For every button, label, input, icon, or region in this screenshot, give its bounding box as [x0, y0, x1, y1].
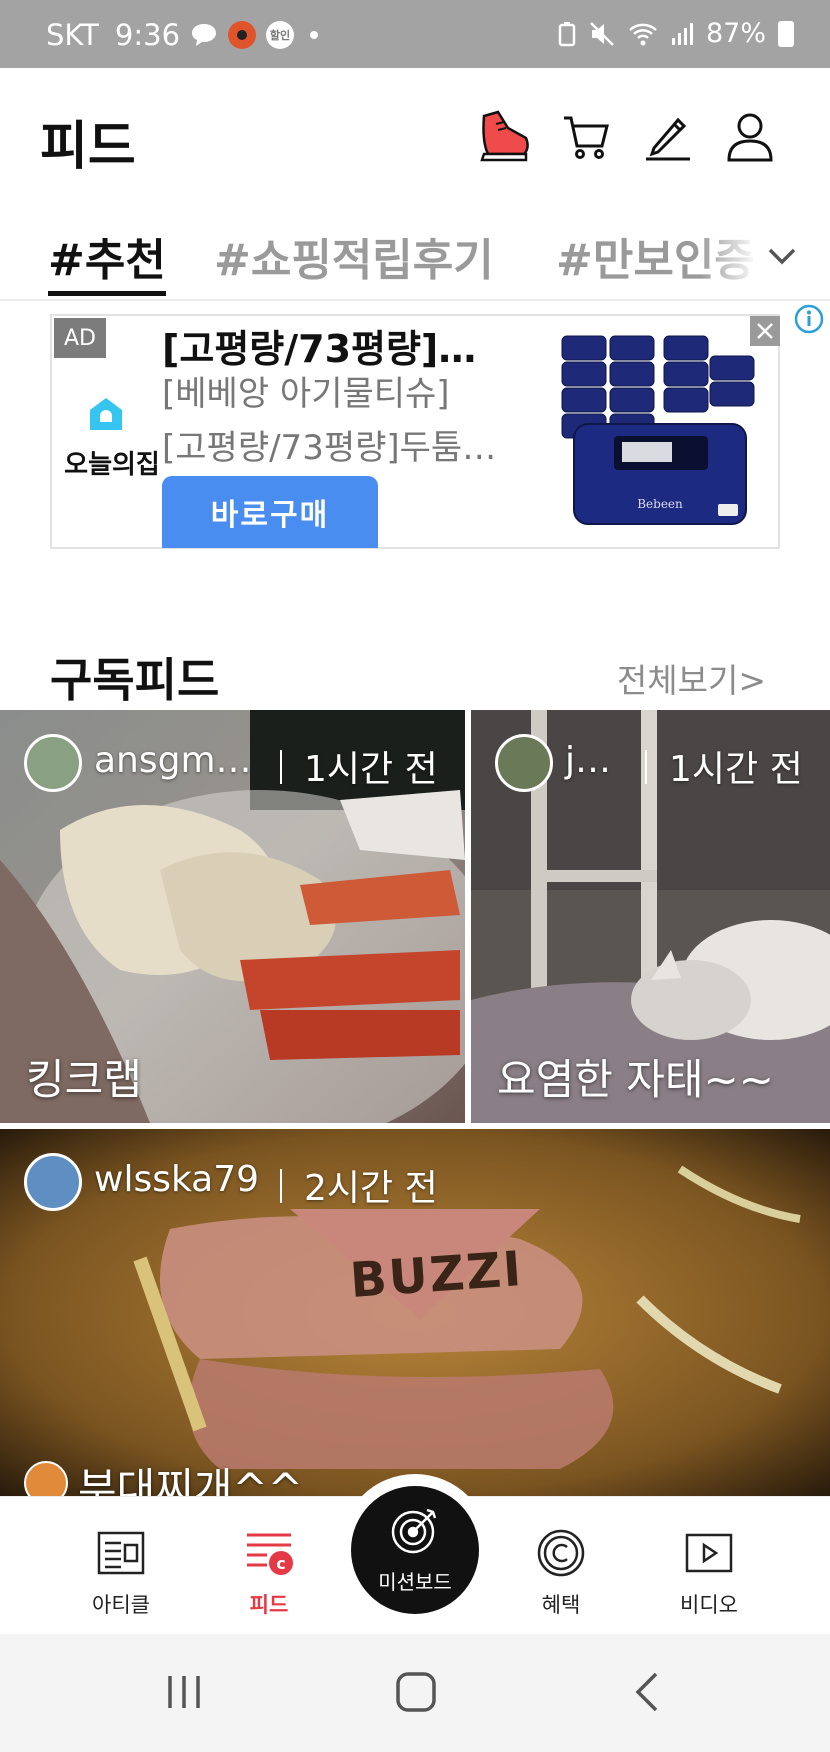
wifi-icon	[628, 21, 658, 47]
notification-dot-icon	[310, 31, 319, 39]
discount-badge: 할인	[266, 21, 295, 49]
nav-label: 미션보드	[378, 1570, 452, 1594]
ad-description: [고평량/73평량]두툼…	[162, 428, 497, 468]
nav-label: 혜택	[541, 1593, 581, 1617]
post-caption: 킹크랩	[26, 1055, 142, 1104]
house-logo-icon	[86, 396, 126, 432]
username[interactable]: j…	[565, 740, 611, 781]
info-icon[interactable]	[794, 304, 824, 334]
divider	[0, 299, 830, 301]
target-icon	[391, 1508, 437, 1554]
back-icon[interactable]	[618, 1662, 678, 1722]
close-ad-button[interactable]	[750, 316, 780, 346]
active-tab-indicator	[48, 291, 166, 296]
status-bar: SKT 9:36 할인 87%	[0, 0, 830, 68]
feed-card[interactable]: j… 1시간 전 요염한 자태~~	[471, 710, 830, 1123]
tab-bar: #추천 #쇼핑적립후기 #만보인증	[0, 208, 830, 300]
signal-icon	[670, 21, 694, 47]
nav-video[interactable]: 비디오	[644, 1497, 774, 1635]
svg-text:Bebeen: Bebeen	[637, 497, 683, 511]
sneaker-icon[interactable]	[476, 108, 532, 164]
username[interactable]: ansgm…	[94, 740, 252, 781]
video-icon	[685, 1533, 733, 1573]
app-header: 피드	[0, 68, 830, 208]
home-icon[interactable]	[386, 1662, 446, 1722]
nav-label: 피드	[249, 1593, 289, 1617]
chat-icon	[190, 22, 218, 48]
mute-icon	[588, 20, 616, 48]
divider	[280, 1169, 282, 1203]
ad-label: AD	[54, 318, 106, 358]
article-icon	[97, 1531, 145, 1575]
feed-card[interactable]: ansgm… 1시간 전 킹크랩	[0, 710, 465, 1123]
tab-shopping-review[interactable]: #쇼핑적립후기	[214, 224, 494, 288]
section-title: 구독피드	[50, 653, 220, 707]
nav-feed[interactable]: c 피드	[204, 1497, 334, 1635]
battery-icon	[778, 20, 794, 47]
advertiser-logo: 오늘의집	[64, 450, 160, 480]
record-icon	[228, 21, 257, 49]
product-image: Bebeen	[558, 332, 758, 532]
ad-subtitle: [베베앙 아기물티슈]	[162, 374, 450, 414]
system-nav-bar	[0, 1634, 830, 1752]
coin-icon	[537, 1529, 585, 1577]
view-all-link[interactable]: 전체보기>	[617, 654, 766, 702]
mission-board-button[interactable]: 미션보드	[351, 1486, 479, 1614]
profile-icon[interactable]	[722, 108, 778, 164]
tab-recommend[interactable]: #추천	[48, 224, 166, 288]
clock: 9:36	[114, 18, 181, 52]
battery-percent: 87%	[705, 18, 766, 49]
feed-icon: c	[247, 1533, 293, 1575]
buy-now-button[interactable]: 바로구매	[162, 476, 378, 548]
pencil-icon[interactable]	[640, 108, 696, 164]
username[interactable]: wlsska79	[94, 1159, 259, 1200]
svg-text:c: c	[276, 1554, 285, 1573]
post-caption: 요염한 자태~~	[497, 1055, 774, 1104]
chevron-down-icon[interactable]	[764, 238, 800, 274]
feed-card[interactable]: BUZZI wlsska79 2시간 전 부대찌개^^	[0, 1129, 830, 1496]
nav-label: 비디오	[680, 1593, 738, 1617]
divider	[645, 750, 647, 784]
post-time: 2시간 전	[304, 1168, 438, 1209]
recent-apps-icon[interactable]	[154, 1662, 214, 1722]
ad-title: [고평량/73평량]…	[162, 327, 477, 371]
cart-icon[interactable]	[558, 108, 614, 164]
avatar[interactable]	[24, 1153, 82, 1211]
avatar[interactable]	[495, 734, 553, 792]
nav-label: 아티클	[92, 1593, 150, 1617]
battery-saver-icon	[558, 21, 576, 47]
carrier-label: SKT	[46, 18, 99, 52]
post-caption: 부대찌개^^	[78, 1464, 303, 1496]
post-time: 1시간 전	[669, 749, 803, 790]
avatar[interactable]	[24, 734, 82, 792]
post-time: 1시간 전	[304, 749, 438, 790]
nav-article[interactable]: 아티클	[56, 1497, 186, 1635]
nav-benefit[interactable]: 혜택	[496, 1497, 626, 1635]
divider	[280, 750, 282, 784]
ad-banner[interactable]: AD 오늘의집 [고평량/73평량]… [베베앙 아기물티슈] [고평량/73평…	[50, 314, 780, 549]
page-title: 피드	[40, 117, 136, 177]
